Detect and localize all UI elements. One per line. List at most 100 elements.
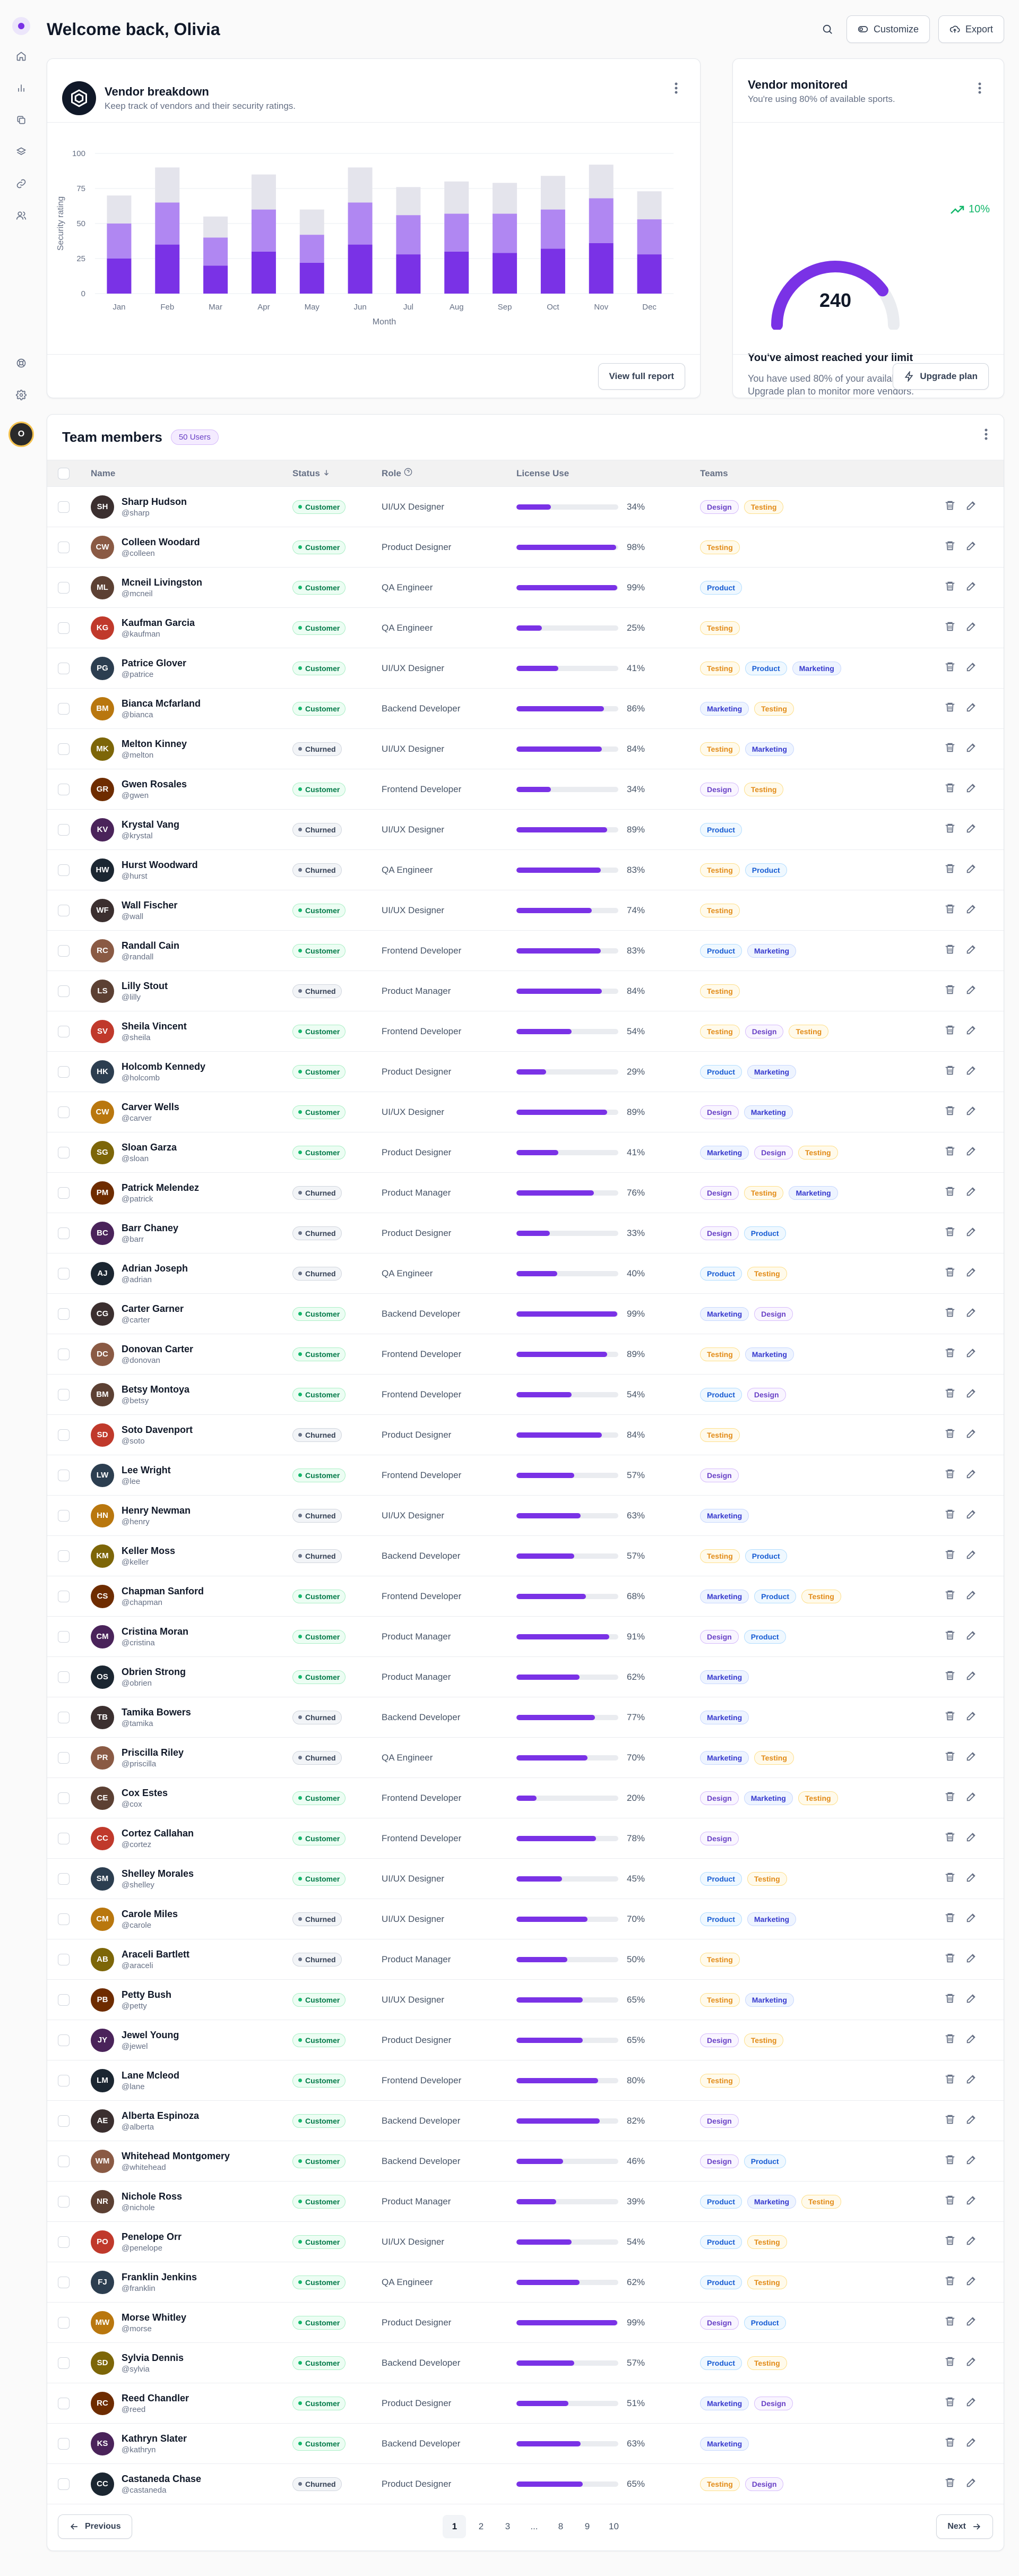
row-checkbox[interactable]	[58, 581, 70, 594]
row-checkbox[interactable]	[58, 1187, 70, 1199]
delete-icon[interactable]	[944, 2114, 956, 2128]
next-page-button[interactable]: Next	[936, 2514, 993, 2539]
edit-icon[interactable]	[965, 2477, 977, 2491]
table-row[interactable]: CM Cristina Moran @cristina Customer Product…	[47, 1617, 1004, 1657]
delete-icon[interactable]	[944, 1831, 956, 1845]
delete-icon[interactable]	[944, 943, 956, 958]
table-row[interactable]: KS Kathryn Slater @kathryn Customer Backend …	[47, 2424, 1004, 2464]
previous-page-button[interactable]: Previous	[58, 2514, 132, 2539]
table-row[interactable]: BM Betsy Montoya @betsy Customer Frontend De…	[47, 1375, 1004, 1415]
table-row[interactable]: HN Henry Newman @henry Churned UI/UX Designe…	[47, 1496, 1004, 1536]
edit-icon[interactable]	[965, 2436, 977, 2451]
delete-icon[interactable]	[944, 742, 956, 756]
delete-icon[interactable]	[944, 984, 956, 998]
table-row[interactable]: SD Sylvia Dennis @sylvia Customer Backend De…	[47, 2343, 1004, 2383]
delete-icon[interactable]	[944, 1993, 956, 2007]
row-checkbox[interactable]	[58, 2195, 70, 2208]
layers-icon[interactable]	[11, 109, 32, 131]
edit-icon[interactable]	[965, 1629, 977, 1644]
row-checkbox[interactable]	[58, 1106, 70, 1118]
delete-icon[interactable]	[944, 1952, 956, 1967]
table-row[interactable]: NR Nichole Ross @nichole Customer Product Ma…	[47, 2182, 1004, 2222]
table-row[interactable]: FJ Franklin Jenkins @franklin Customer QA En…	[47, 2262, 1004, 2303]
table-row[interactable]: CE Cox Estes @cox Customer Frontend Develope…	[47, 1778, 1004, 1818]
edit-icon[interactable]	[965, 1549, 977, 1563]
export-button[interactable]: Export	[938, 15, 1004, 43]
table-row[interactable]: SV Sheila Vincent @sheila Customer Frontend …	[47, 1011, 1004, 1052]
delete-icon[interactable]	[944, 500, 956, 514]
edit-icon[interactable]	[965, 1670, 977, 1684]
row-checkbox[interactable]	[58, 1994, 70, 2006]
delete-icon[interactable]	[944, 2436, 956, 2451]
table-row[interactable]: CG Carter Garner @carter Customer Backend De…	[47, 1294, 1004, 1334]
row-checkbox[interactable]	[58, 2276, 70, 2288]
table-row[interactable]: OS Obrien Strong @obrien Customer Product Ma…	[47, 1657, 1004, 1697]
table-row[interactable]: SG Sloan Garza @sloan Customer Product Desig…	[47, 1132, 1004, 1173]
table-row[interactable]: CC Castaneda Chase @castaneda Churned Produc…	[47, 2464, 1004, 2504]
delete-icon[interactable]	[944, 2073, 956, 2088]
edit-icon[interactable]	[965, 782, 977, 796]
edit-icon[interactable]	[965, 2356, 977, 2370]
table-row[interactable]: SH Sharp Hudson @sharp Customer UI/UX Design…	[47, 487, 1004, 527]
row-checkbox[interactable]	[58, 1066, 70, 1078]
column-status[interactable]: Status	[292, 468, 382, 479]
row-checkbox[interactable]	[58, 1509, 70, 1522]
edit-icon[interactable]	[965, 1024, 977, 1038]
row-checkbox[interactable]	[58, 1388, 70, 1401]
edit-icon[interactable]	[965, 2033, 977, 2047]
edit-icon[interactable]	[965, 1710, 977, 1724]
row-checkbox[interactable]	[58, 1873, 70, 1885]
table-row[interactable]: CW Carver Wells @carver Customer UI/UX Desig…	[47, 1092, 1004, 1132]
page-number[interactable]: 3	[496, 2515, 519, 2538]
edit-icon[interactable]	[965, 2194, 977, 2209]
delete-icon[interactable]	[944, 1347, 956, 1361]
delete-icon[interactable]	[944, 1508, 956, 1523]
table-row[interactable]: PR Priscilla Riley @priscilla Churned QA Eng…	[47, 1738, 1004, 1778]
delete-icon[interactable]	[944, 2033, 956, 2047]
edit-icon[interactable]	[965, 1912, 977, 1926]
table-row[interactable]: GR Gwen Rosales @gwen Customer Frontend Deve…	[47, 769, 1004, 810]
delete-icon[interactable]	[944, 1912, 956, 1926]
edit-icon[interactable]	[965, 903, 977, 917]
row-checkbox[interactable]	[58, 1469, 70, 1481]
row-checkbox[interactable]	[58, 985, 70, 997]
page-number[interactable]: 8	[549, 2515, 572, 2538]
delete-icon[interactable]	[944, 661, 956, 675]
delete-icon[interactable]	[944, 1226, 956, 1240]
edit-icon[interactable]	[965, 1105, 977, 1119]
delete-icon[interactable]	[944, 1387, 956, 1402]
edit-icon[interactable]	[965, 2275, 977, 2289]
support-icon[interactable]	[11, 353, 32, 374]
delete-icon[interactable]	[944, 2194, 956, 2209]
row-checkbox[interactable]	[58, 2155, 70, 2167]
delete-icon[interactable]	[944, 1589, 956, 1603]
row-checkbox[interactable]	[58, 2437, 70, 2450]
link-icon[interactable]	[11, 173, 32, 194]
chart-icon[interactable]	[11, 78, 32, 99]
delete-icon[interactable]	[944, 822, 956, 837]
delete-icon[interactable]	[944, 863, 956, 877]
row-checkbox[interactable]	[58, 743, 70, 755]
row-checkbox[interactable]	[58, 1025, 70, 1037]
page-number[interactable]: 9	[575, 2515, 599, 2538]
table-row[interactable]: JY Jewel Young @jewel Customer Product Desig…	[47, 2020, 1004, 2060]
table-row[interactable]: WF Wall Fischer @wall Customer UI/UX Designe…	[47, 890, 1004, 931]
edit-icon[interactable]	[965, 1266, 977, 1281]
delete-icon[interactable]	[944, 701, 956, 716]
table-row[interactable]: CW Colleen Woodard @colleen Customer Product…	[47, 527, 1004, 568]
table-row[interactable]: SM Shelley Morales @shelley Customer UI/UX D…	[47, 1859, 1004, 1899]
row-checkbox[interactable]	[58, 1308, 70, 1320]
row-checkbox[interactable]	[58, 2115, 70, 2127]
table-row[interactable]: RC Randall Cain @randall Customer Frontend D…	[47, 931, 1004, 971]
help-icon[interactable]	[404, 468, 412, 476]
table-row[interactable]: MK Melton Kinney @melton Churned UI/UX Desig…	[47, 729, 1004, 769]
row-checkbox[interactable]	[58, 622, 70, 634]
table-row[interactable]: BM Bianca Mcfarland @bianca Customer Backend…	[47, 689, 1004, 729]
table-row[interactable]: HW Hurst Woodward @hurst Churned QA Engineer…	[47, 850, 1004, 890]
delete-icon[interactable]	[944, 1871, 956, 1886]
row-checkbox[interactable]	[58, 1146, 70, 1158]
table-row[interactable]: ML Mcneil Livingston @mcneil Customer QA Eng…	[47, 568, 1004, 608]
delete-icon[interactable]	[944, 580, 956, 595]
table-row[interactable]: LW Lee Wright @lee Customer Frontend Develop…	[47, 1455, 1004, 1496]
delete-icon[interactable]	[944, 1105, 956, 1119]
